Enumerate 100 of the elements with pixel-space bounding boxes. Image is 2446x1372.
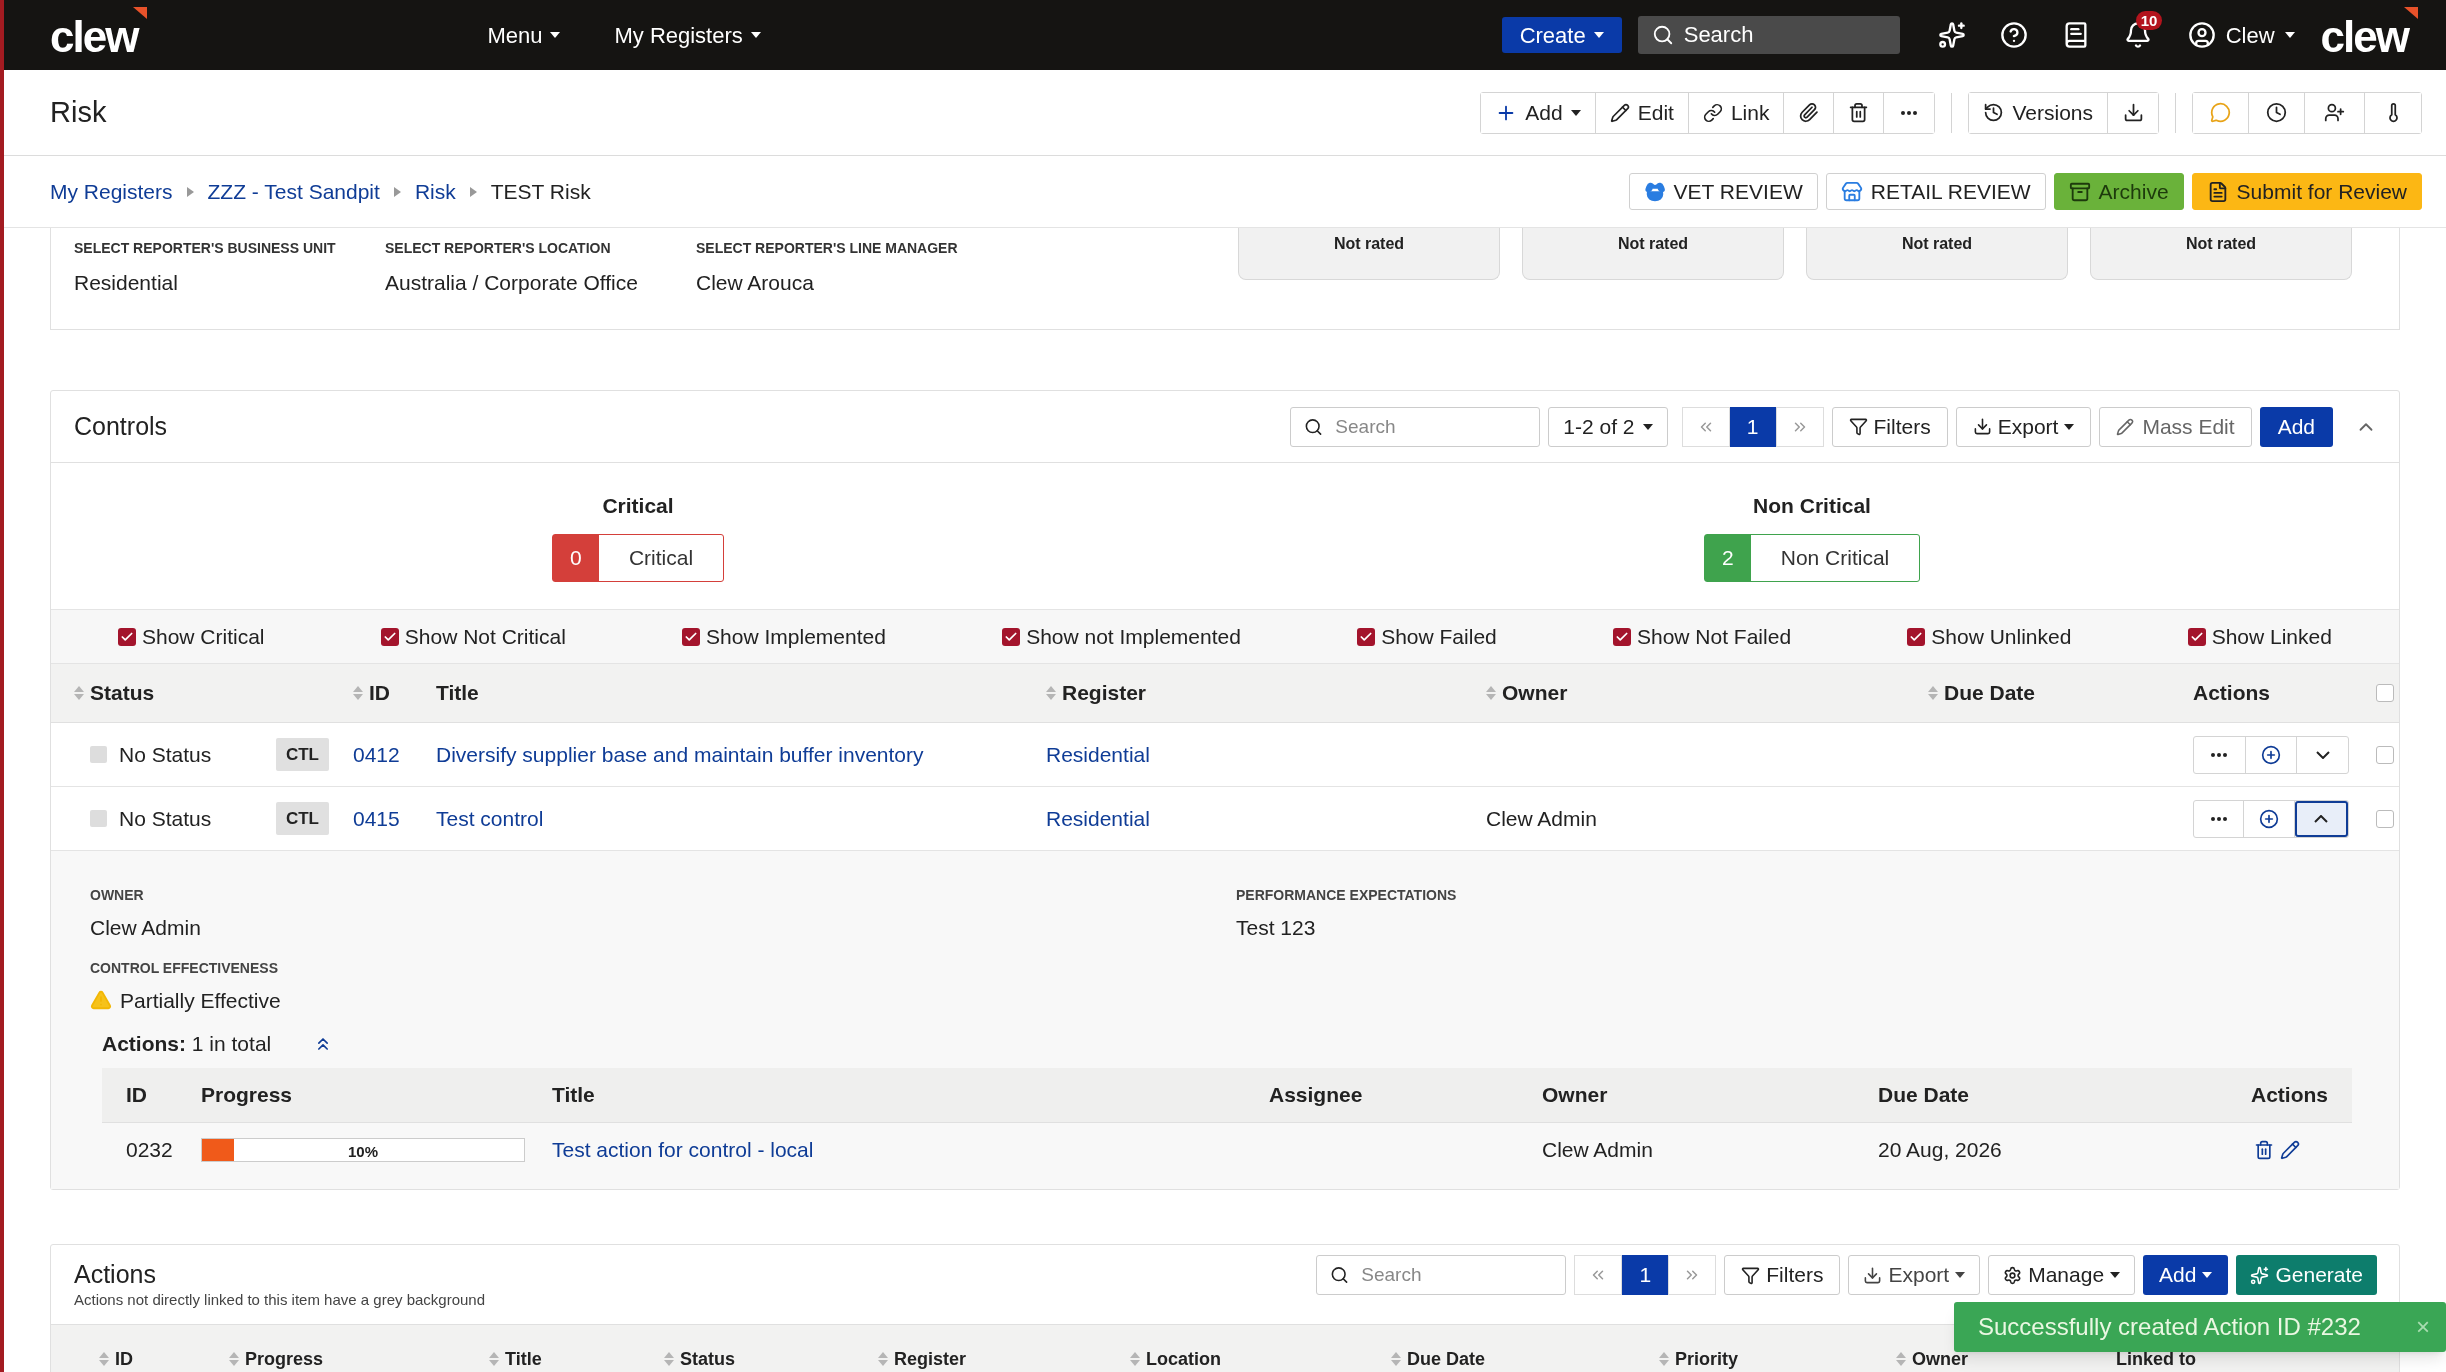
- expand-button[interactable]: [2294, 800, 2348, 837]
- column-header[interactable]: ID: [115, 1350, 133, 1368]
- add-button[interactable]: Add: [1481, 92, 1596, 133]
- breadcrumb[interactable]: ZZZ - Test Sandpit: [207, 175, 380, 208]
- chevron-up-icon: [2314, 814, 2329, 823]
- logo[interactable]: clew: [50, 7, 148, 63]
- filter-icon: [1741, 1265, 1761, 1285]
- page-button[interactable]: 1: [1622, 1255, 1669, 1295]
- column-header[interactable]: Location: [1146, 1350, 1221, 1368]
- user-menu[interactable]: Clew: [2187, 18, 2295, 52]
- count: 2: [1704, 534, 1751, 581]
- review-button[interactable]: Archive: [2053, 173, 2184, 210]
- checkbox[interactable]: [2187, 627, 2206, 646]
- filters-button[interactable]: Filters: [1724, 1255, 1841, 1295]
- manage-button[interactable]: Manage: [1988, 1255, 2136, 1295]
- title-link[interactable]: Test action for control - local: [552, 1134, 1269, 1166]
- review-button[interactable]: VET REVIEW: [1628, 173, 1818, 210]
- chevron-icon: [393, 186, 401, 197]
- column-header[interactable]: Owner: [1502, 677, 1568, 709]
- sparkle-icon: [2250, 1265, 2270, 1285]
- column-header: Linked to: [2116, 1350, 2196, 1368]
- id-link[interactable]: 0412: [353, 738, 436, 771]
- create-button[interactable]: Create: [1501, 17, 1622, 53]
- column-header[interactable]: Due Date: [1407, 1350, 1486, 1368]
- plus-circle-icon: [2261, 744, 2281, 765]
- row-checkbox[interactable]: [2376, 809, 2394, 828]
- checkbox[interactable]: [118, 627, 136, 646]
- column-header[interactable]: ID: [369, 677, 390, 709]
- logo[interactable]: clew: [2320, 7, 2418, 63]
- download-icon: [1972, 417, 1992, 436]
- filters-button[interactable]: Filters: [1831, 406, 1948, 447]
- field-label: SELECT REPORTER'S LOCATION: [385, 239, 612, 258]
- checkbox[interactable]: [1002, 627, 1021, 646]
- mass-edit-button[interactable]: Mass Edit: [2099, 406, 2252, 447]
- breadcrumb[interactable]: My Registers: [50, 175, 173, 208]
- generate-button[interactable]: Generate: [2236, 1255, 2377, 1295]
- first-page-button[interactable]: [1574, 1255, 1623, 1295]
- register-link[interactable]: Residential: [1046, 738, 1486, 771]
- trash-icon: [1848, 102, 1870, 123]
- column-header[interactable]: Priority: [1675, 1350, 1739, 1368]
- user-icon: [2187, 21, 2216, 49]
- breadcrumb: TEST Risk: [490, 178, 591, 205]
- checkbox[interactable]: [380, 627, 399, 646]
- checkbox[interactable]: [682, 627, 701, 646]
- breadcrumb[interactable]: Risk: [414, 175, 456, 208]
- review-button[interactable]: Submit for Review: [2191, 173, 2422, 210]
- versions-button[interactable]: Versions: [1969, 92, 2108, 133]
- pencil-icon[interactable]: [2280, 1140, 2300, 1160]
- add-user-icon: [2324, 102, 2345, 123]
- column-header[interactable]: Register: [894, 1350, 967, 1368]
- id-link[interactable]: 0415: [353, 802, 436, 835]
- severity-filter[interactable]: 0 Critical: [551, 533, 725, 582]
- column-header: Actions: [2250, 1081, 2328, 1108]
- checkbox[interactable]: [1907, 627, 1926, 646]
- search-field[interactable]: Search: [1316, 1255, 1567, 1295]
- help-icon[interactable]: [1999, 21, 2028, 49]
- add-button[interactable]: Add: [2259, 406, 2333, 447]
- rating-box: Not rated: [1522, 228, 1784, 280]
- trash-icon[interactable]: [2254, 1140, 2274, 1160]
- add-button[interactable]: Add: [2143, 1255, 2229, 1295]
- rating-box: Not rated: [1238, 228, 1500, 280]
- review-button[interactable]: RETAIL REVIEW: [1825, 173, 2046, 210]
- last-page-button[interactable]: [1775, 406, 1824, 447]
- column-header[interactable]: Due Date: [1944, 677, 2036, 709]
- column-header[interactable]: Title: [505, 1350, 542, 1368]
- row-checkbox[interactable]: [2376, 745, 2394, 764]
- range-dropdown[interactable]: 1-2 of 2: [1548, 406, 1668, 447]
- checkbox[interactable]: [1613, 627, 1631, 646]
- export-button[interactable]: Export: [1848, 1255, 1981, 1295]
- owner-cell-text: Clew Admin: [1486, 805, 1598, 832]
- id-cell-text: 0232: [126, 1137, 174, 1164]
- column-header[interactable]: Status: [90, 677, 155, 709]
- chevron-icon: [469, 186, 477, 197]
- chevron-icon: [186, 186, 194, 197]
- checkbox[interactable]: [1357, 627, 1376, 646]
- type-tag: CTL: [275, 801, 329, 836]
- severity-filter[interactable]: 2 Non Critical: [1703, 533, 1921, 582]
- caret-icon: [1642, 423, 1653, 430]
- checkbox-label: Show Unlinked: [1931, 623, 2072, 650]
- column-header[interactable]: Progress: [245, 1350, 324, 1368]
- column-header: Assignee: [1269, 1081, 1364, 1108]
- register-link[interactable]: Residential: [1046, 802, 1486, 835]
- column-header[interactable]: Status: [680, 1350, 735, 1368]
- title-link[interactable]: Diversify supplier base and maintain buffer inventory: [436, 738, 1046, 771]
- column-header[interactable]: Owner: [1912, 1350, 1968, 1368]
- title-link[interactable]: Test control: [436, 802, 1046, 835]
- warning-icon: [90, 989, 112, 1012]
- export-button[interactable]: Export: [1955, 406, 2092, 447]
- caret-icon: [750, 32, 761, 38]
- gear-icon: [2003, 1265, 2023, 1285]
- search-field[interactable]: Search: [1290, 406, 1541, 447]
- nav-menu[interactable]: Menu: [487, 18, 561, 52]
- type-tag: CTL: [275, 737, 329, 772]
- nav-menu[interactable]: My Registers: [614, 18, 761, 52]
- select-all-checkbox[interactable]: [2376, 684, 2394, 702]
- sparkle-icon[interactable]: [1937, 21, 1966, 49]
- page-button[interactable]: 1: [1729, 406, 1776, 447]
- search-field[interactable]: Search: [1637, 16, 1900, 54]
- column-header: Title: [552, 1081, 596, 1108]
- column-header[interactable]: Register: [1062, 677, 1147, 709]
